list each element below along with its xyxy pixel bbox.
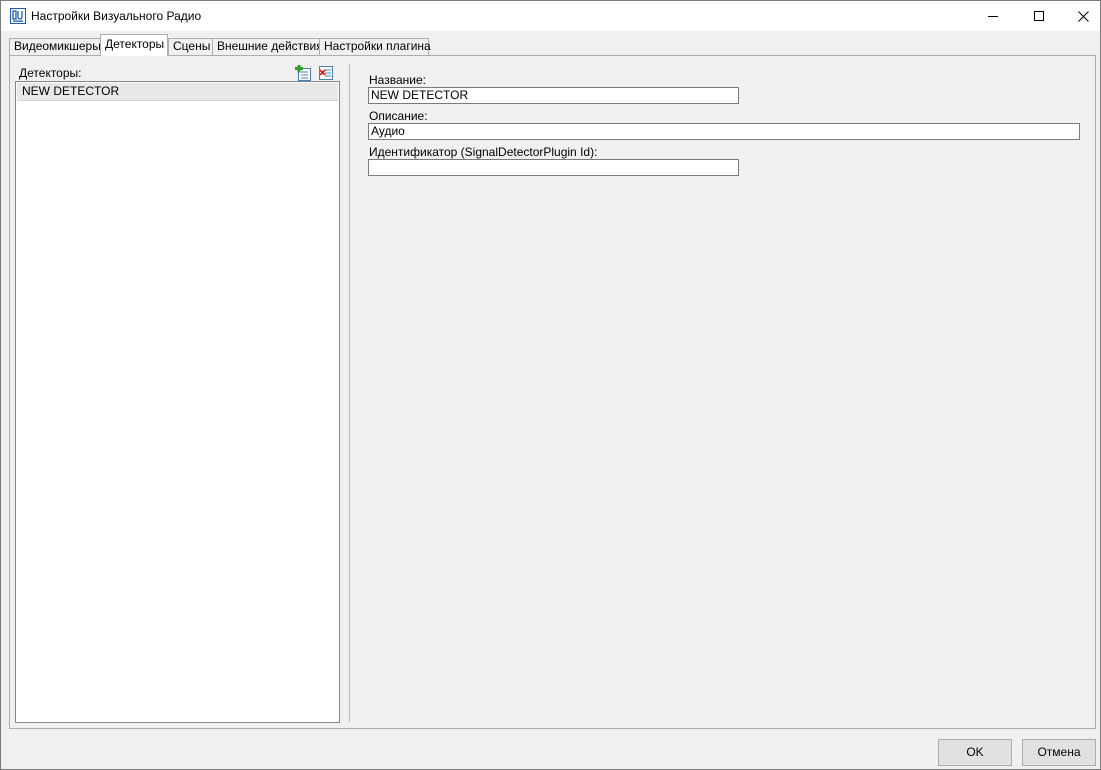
app-logo-icon [10, 8, 26, 24]
identifier-label: Идентификатор (SignalDetectorPlugin Id): [369, 145, 598, 159]
add-detector-button[interactable] [294, 64, 312, 82]
add-item-icon [295, 65, 311, 81]
delete-detector-button[interactable] [317, 64, 335, 82]
minimize-button[interactable] [970, 1, 1016, 31]
window-title: Настройки Визуального Радио [31, 9, 202, 23]
description-field[interactable]: Аудио [368, 123, 1080, 140]
tab-scenes[interactable]: Сцены [168, 38, 213, 55]
panel-splitter[interactable] [349, 64, 350, 722]
delete-item-icon [319, 66, 333, 80]
minimize-icon [988, 16, 998, 17]
settings-window: Настройки Визуального Радио Видеомикшеры… [0, 0, 1101, 770]
dialog-button-bar: OK Отмена [1, 729, 1100, 769]
close-button[interactable] [1060, 1, 1101, 31]
detectors-tab-panel: Детекторы: NEW DETECTOR Название: NEW DE… [9, 55, 1096, 729]
maximize-icon [1034, 11, 1044, 21]
title-bar[interactable]: Настройки Визуального Радио [1, 1, 1100, 31]
cancel-button[interactable]: Отмена [1022, 739, 1096, 766]
maximize-button[interactable] [1016, 1, 1062, 31]
ok-button[interactable]: OK [938, 739, 1012, 766]
tab-strip: Видеомикшеры Детекторы Сцены Внешние дей… [1, 31, 1100, 56]
name-field[interactable]: NEW DETECTOR [368, 87, 739, 104]
detectors-list-label: Детекторы: [19, 66, 82, 80]
tab-external-actions[interactable]: Внешние действия [212, 38, 323, 55]
list-item[interactable]: NEW DETECTOR [17, 83, 338, 101]
identifier-field[interactable] [368, 159, 739, 176]
detectors-listbox[interactable]: NEW DETECTOR [15, 81, 340, 723]
description-label: Описание: [369, 109, 428, 123]
close-icon [1077, 10, 1089, 22]
tab-detectors[interactable]: Детекторы [100, 34, 168, 56]
tab-video-mixers[interactable]: Видеомикшеры [9, 38, 101, 55]
tab-plugin-settings[interactable]: Настройки плагина [319, 38, 431, 55]
name-label: Название: [369, 73, 426, 87]
